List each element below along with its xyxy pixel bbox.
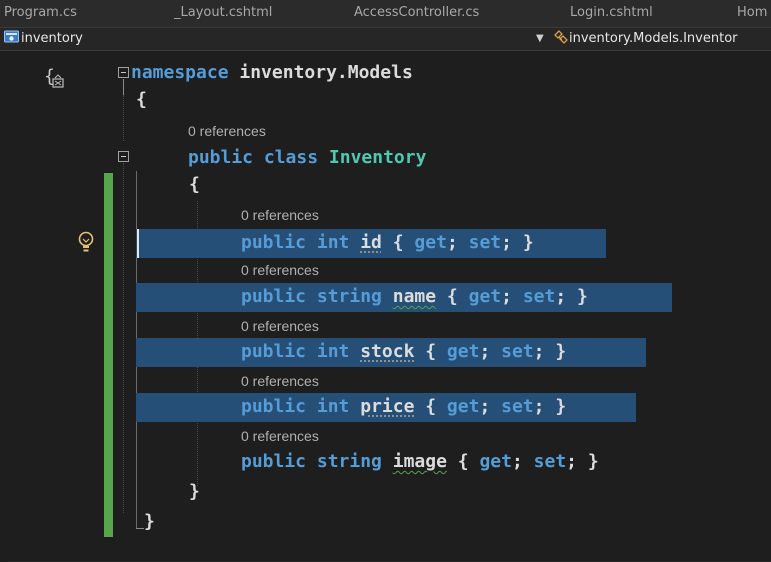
code-line-brace[interactable]: { bbox=[189, 174, 200, 196]
project-icon bbox=[4, 30, 19, 43]
code-line-property-name[interactable]: public string name { get; set; } bbox=[241, 286, 588, 308]
codelens-references[interactable]: 0 references bbox=[241, 317, 319, 335]
code-line-property-image[interactable]: public string image { get; set; } bbox=[241, 451, 599, 473]
code-line-namespace[interactable]: namespace inventory.Models bbox=[131, 62, 413, 84]
fold-guide bbox=[123, 95, 124, 141]
tab-login-cshtml[interactable]: Login.cshtml bbox=[570, 0, 653, 27]
text-caret bbox=[137, 229, 139, 258]
code-editor[interactable]: { namespace inventory.Models { 0 referen… bbox=[0, 51, 771, 562]
code-line-property-id[interactable]: public int id { get; set; } bbox=[241, 232, 534, 254]
collapse-namespace-icon[interactable] bbox=[118, 67, 129, 78]
collapse-class-icon[interactable] bbox=[118, 151, 129, 162]
code-line-close-class[interactable]: } bbox=[189, 481, 200, 503]
codelens-references[interactable]: 0 references bbox=[241, 261, 319, 279]
class-icon bbox=[554, 30, 568, 44]
code-line-brace[interactable]: { bbox=[136, 89, 147, 111]
tab-program-cs[interactable]: Program.cs bbox=[4, 0, 77, 27]
code-line-close-namespace[interactable]: } bbox=[144, 511, 155, 533]
code-line-class[interactable]: public class Inventory bbox=[188, 147, 426, 169]
tab-home[interactable]: Hom bbox=[737, 0, 767, 27]
codelens-references[interactable]: 0 references bbox=[241, 427, 319, 445]
chevron-down-icon[interactable]: ▼ bbox=[536, 29, 544, 49]
codelens-references[interactable]: 0 references bbox=[188, 122, 266, 140]
project-dropdown[interactable]: inventory bbox=[4, 29, 83, 49]
member-name: inventory.Models.Inventor bbox=[569, 31, 738, 46]
codelens-references[interactable]: 0 references bbox=[241, 206, 319, 224]
project-name: inventory bbox=[21, 31, 83, 46]
codelens-references[interactable]: 0 references bbox=[241, 372, 319, 390]
fold-line bbox=[136, 528, 144, 529]
fold-guide bbox=[123, 163, 124, 513]
document-tabs: Program.cs _Layout.cshtml AccessControll… bbox=[0, 0, 771, 28]
lightbulb-icon[interactable] bbox=[77, 231, 95, 255]
navigation-bar: inventory ▼ inventory.Models.Inventor bbox=[0, 28, 771, 51]
code-line-property-stock[interactable]: public int stock { get; set; } bbox=[241, 341, 566, 363]
code-map-icon bbox=[52, 74, 64, 88]
code-line-property-price[interactable]: public int price { get; set; } bbox=[241, 396, 566, 418]
tab-layout-cshtml[interactable]: _Layout.cshtml bbox=[174, 0, 272, 27]
member-dropdown[interactable]: inventory.Models.Inventor bbox=[554, 29, 738, 49]
fold-line bbox=[123, 79, 124, 95]
change-tracking-bar bbox=[104, 173, 113, 537]
tab-accesscontroller-cs[interactable]: AccessController.cs bbox=[354, 0, 479, 27]
